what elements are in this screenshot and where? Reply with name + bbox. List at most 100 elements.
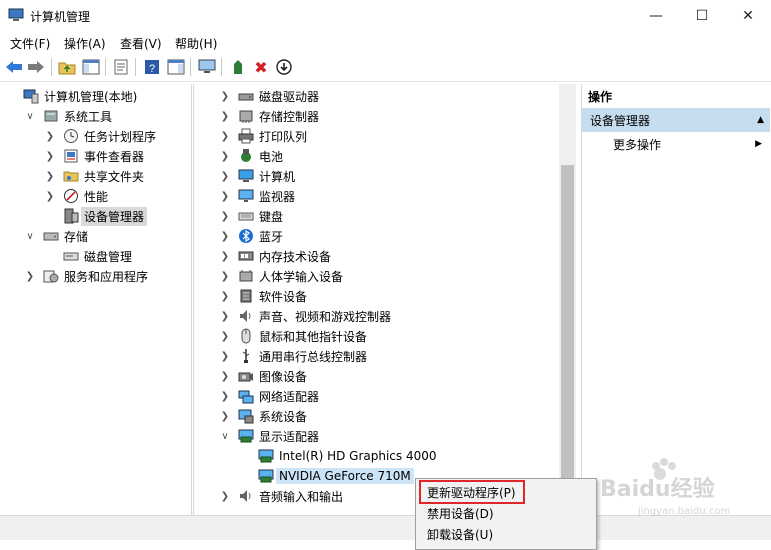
device-tree-item[interactable]: ❯ 网络适配器 [219,386,319,406]
expand-chevron-icon[interactable]: ❯ [219,211,231,222]
device-tree-label: 打印队列 [259,129,308,144]
console-tree-item[interactable]: ❯ 事件查看器 [4,146,144,166]
console-tree-item[interactable]: ∨ 存储 [4,226,88,246]
close-button[interactable]: ✕ [725,0,771,31]
expand-chevron-icon[interactable]: ❯ [44,171,56,182]
expand-chevron-icon[interactable]: ❯ [219,171,231,182]
expand-chevron-icon[interactable]: ❯ [219,271,231,282]
expand-chevron-icon[interactable]: ❯ [219,251,231,262]
expand-chevron-icon[interactable]: ❯ [219,231,231,242]
collapse-chevron-icon[interactable]: ∨ [24,231,36,242]
help-button[interactable]: ? [142,57,162,77]
baidu-watermark: Baidu经验 jingyan.baidu.com [600,458,730,517]
expand-chevron-icon[interactable]: ❯ [219,191,231,202]
properties-icon [114,59,128,75]
console-tree-item[interactable]: 计算机管理(本地) [4,86,137,106]
show-hide-tree-button[interactable] [81,57,101,77]
menu-bar: 文件(F) 操作(A) 查看(V) 帮助(H) [0,31,771,53]
up-folder-button[interactable] [57,57,77,77]
expand-chevron-icon[interactable]: ❯ [219,491,231,502]
printer-icon [238,128,254,144]
collapse-chevron-icon[interactable]: ∨ [219,431,231,442]
device-tree-item[interactable]: ❯ 图像设备 [219,366,307,386]
device-tree-label: 声音、视频和游戏控制器 [259,309,392,324]
speaker-icon [238,308,254,324]
device-tree-label: Intel(R) HD Graphics 4000 [279,449,437,463]
device-tree-item[interactable]: ❯ 监视器 [219,186,295,206]
device-tree-item[interactable]: ❯ 音频输入和输出 [219,486,343,506]
expand-chevron-icon[interactable]: ❯ [219,331,231,342]
console-tree-label: 性能 [84,189,109,204]
device-tree-item[interactable]: Intel(R) HD Graphics 4000 [219,446,437,466]
forward-button[interactable] [26,57,46,77]
device-tree-item[interactable]: ❯ 键盘 [219,206,283,226]
expand-chevron-icon[interactable]: ❯ [219,391,231,402]
expand-chevron-icon[interactable]: ❯ [44,151,56,162]
console-tree-item[interactable]: ❯ 共享文件夹 [4,166,144,186]
menu-action[interactable]: 操作(A) [64,35,106,52]
scan-hardware-button[interactable] [197,57,217,77]
back-button[interactable] [4,57,24,77]
more-actions-item[interactable]: 更多操作 ▶ [582,134,770,154]
update-driver-button[interactable] [228,57,248,77]
device-tree-item[interactable]: ❯ 人体学输入设备 [219,266,343,286]
expand-chevron-icon[interactable]: ❯ [219,411,231,422]
expand-chevron-icon[interactable]: ❯ [44,191,56,202]
device-tree-item[interactable]: ❯ 声音、视频和游戏控制器 [219,306,391,326]
console-tree-item[interactable]: 磁盘管理 [4,246,132,266]
expand-chevron-icon[interactable]: ❯ [219,291,231,302]
device-tree-item[interactable]: ❯ 电池 [219,146,283,166]
expand-chevron-icon[interactable]: ❯ [219,351,231,362]
event-viewer-icon [63,148,79,164]
device-tree-item[interactable]: ❯ 通用串行总线控制器 [219,346,367,366]
device-tree-item[interactable]: ❯ 系统设备 [219,406,307,426]
scrollbar-thumb[interactable] [561,165,574,515]
forward-arrow-icon [28,61,44,73]
maximize-icon: ☐ [695,7,709,24]
services-icon [43,268,59,284]
menu-view[interactable]: 查看(V) [120,35,162,52]
device-tree-item[interactable]: ❯ 打印队列 [219,126,307,146]
display-adapter-icon [238,428,254,444]
minimize-button[interactable]: — [633,0,679,31]
device-tree-item[interactable]: ❯ 存储控制器 [219,106,319,126]
context-disable-device[interactable]: 禁用设备(D) [416,503,596,523]
console-tree-item[interactable]: ❯ 性能 [4,186,108,206]
expand-chevron-icon[interactable]: ❯ [219,91,231,102]
console-tree-label: 事件查看器 [84,149,145,164]
device-tree-item[interactable]: ∨ 显示适配器 [219,426,319,446]
device-tree-item[interactable]: ❯ 软件设备 [219,286,307,306]
properties-button[interactable] [111,57,131,77]
device-tree-item[interactable]: ❯ 计算机 [219,166,295,186]
device-tree-item[interactable]: ❯ 鼠标和其他指针设备 [219,326,367,346]
expand-chevron-icon[interactable]: ❯ [219,131,231,142]
expand-chevron-icon[interactable]: ❯ [219,371,231,382]
expand-chevron-icon[interactable]: ❯ [219,111,231,122]
maximize-button[interactable]: ☐ [679,0,725,31]
disable-device-button[interactable] [274,57,294,77]
device-tree-item[interactable]: ❯ 内存技术设备 [219,246,331,266]
console-tree-item[interactable]: ❯ 服务和应用程序 [4,266,148,286]
device-tree-item[interactable]: NVIDIA GeForce 710M [219,466,414,486]
collapse-chevron-icon[interactable]: ∨ [24,111,36,122]
console-tree-icon [82,59,100,75]
menu-file[interactable]: 文件(F) [10,35,50,52]
uninstall-device-button[interactable]: ✖ [251,57,271,77]
console-tree-item[interactable]: ❯ 任务计划程序 [4,126,156,146]
console-tree-item[interactable]: ∨ 系统工具 [4,106,112,126]
show-action-pane-button[interactable] [166,57,186,77]
actions-section-device-manager[interactable]: 设备管理器 ▲ [582,108,770,132]
expand-chevron-icon[interactable]: ❯ [219,311,231,322]
device-tree-label: 蓝牙 [259,229,284,244]
console-tree-label: 系统工具 [64,109,113,124]
expand-chevron-icon[interactable]: ❯ [44,131,56,142]
device-tree-item[interactable]: ❯ 磁盘驱动器 [219,86,319,106]
device-tree-label: 鼠标和其他指针设备 [259,329,368,344]
context-uninstall-device[interactable]: 卸载设备(U) [416,524,596,544]
folder-up-icon [58,62,76,75]
menu-help[interactable]: 帮助(H) [175,35,217,52]
console-tree-item[interactable]: 设备管理器 [4,206,148,226]
device-tree-item[interactable]: ❯ 蓝牙 [219,226,283,246]
expand-chevron-icon[interactable]: ❯ [24,271,36,282]
expand-chevron-icon[interactable]: ❯ [219,151,231,162]
